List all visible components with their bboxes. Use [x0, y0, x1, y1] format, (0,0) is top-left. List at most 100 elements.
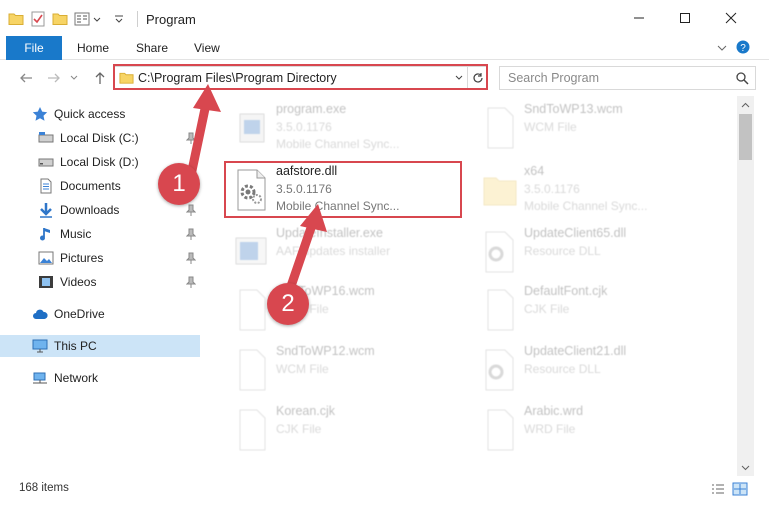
minimize-button[interactable]: [616, 0, 662, 36]
address-path: C:\Program Files\Program Directory: [138, 71, 337, 85]
nav-label: Music: [60, 227, 92, 241]
file-type: Mobile Channel Sync...: [276, 137, 400, 151]
file-name: program.exe: [276, 102, 347, 116]
tab-home[interactable]: Home: [77, 41, 109, 55]
file-item[interactable]: UpdateClient65.dll Resource DLL: [476, 224, 714, 280]
file-type: Mobile Channel Sync...: [276, 199, 400, 213]
file-item[interactable]: program.exe 3.5.0.1176 Mobile Channel Sy…: [228, 100, 466, 156]
up-button[interactable]: [90, 68, 110, 88]
refresh-button[interactable]: [467, 67, 487, 89]
back-button[interactable]: [16, 68, 36, 88]
file-item[interactable]: SndToWP13.wcm WCM File: [476, 100, 714, 156]
computer-icon: [32, 339, 48, 353]
pin-icon[interactable]: [186, 228, 196, 240]
file-type: Resource DLL: [524, 362, 601, 376]
pin-icon[interactable]: [186, 276, 196, 288]
properties-icon[interactable]: [30, 10, 46, 28]
refresh-icon: [472, 73, 483, 83]
cloud-icon: [33, 309, 48, 319]
help-icon[interactable]: ?: [736, 40, 750, 54]
file-item-aafstore-dll[interactable]: aafstore.dll 3.5.0.1176 Mobile Channel S…: [228, 162, 466, 218]
large-icons-view-icon[interactable]: [732, 482, 748, 496]
folder-icon: [483, 177, 517, 206]
recent-locations-button[interactable]: [68, 68, 80, 88]
nav-music[interactable]: Music: [0, 223, 200, 245]
nav-local-disk-c[interactable]: Local Disk (C:): [0, 127, 200, 149]
customize-toolbar-icon[interactable]: [112, 10, 126, 28]
pin-icon[interactable]: [186, 132, 196, 144]
file-name: Korean.cjk: [276, 404, 336, 418]
file-type: Resource DLL: [524, 244, 601, 258]
file-type: WRD File: [524, 422, 576, 436]
vertical-scrollbar[interactable]: [737, 96, 754, 476]
file-item[interactable]: SndToWP12.wcm WCM File: [228, 342, 466, 398]
folder-icon: [8, 13, 24, 25]
file-type: WCM File: [524, 120, 577, 134]
nav-label: Pictures: [60, 251, 104, 265]
scroll-thumb[interactable]: [739, 114, 752, 160]
expand-ribbon-icon[interactable]: [716, 42, 728, 54]
address-dropdown-button[interactable]: [451, 70, 467, 86]
file-type: AAF updates installer: [276, 244, 391, 258]
customize-view-icon[interactable]: [74, 10, 90, 28]
dll-gear-file-icon: [485, 231, 514, 273]
file-item[interactable]: Korean.cjk CJK File: [228, 402, 466, 458]
dll-gear-file-icon: [485, 349, 514, 391]
search-box[interactable]: Search Program: [499, 66, 756, 90]
chevron-down-icon: [70, 75, 78, 80]
nav-label: Local Disk (C:): [60, 131, 139, 145]
ribbon: File Home Share View ?: [0, 36, 769, 60]
new-folder-icon[interactable]: [52, 10, 68, 28]
installer-icon: [235, 237, 267, 265]
tab-file[interactable]: File: [6, 36, 62, 60]
nav-pictures[interactable]: Pictures: [0, 247, 200, 269]
network-icon: [33, 372, 47, 384]
item-count: 168 items: [19, 482, 69, 494]
file-version: 3.5.0.1176: [276, 120, 332, 134]
film-icon: [39, 276, 53, 288]
maximize-button[interactable]: [662, 0, 708, 36]
blank-file-icon: [487, 107, 514, 149]
nav-label: Local Disk (D:): [60, 155, 139, 169]
title-bar: Program: [0, 0, 769, 36]
tab-share[interactable]: Share: [136, 41, 168, 55]
chevron-down-icon[interactable]: [92, 10, 102, 28]
pin-icon[interactable]: [186, 252, 196, 264]
blank-file-icon: [487, 409, 514, 451]
address-toolbar: C:\Program Files\Program Directory Searc…: [0, 60, 769, 96]
dll-gear-file-icon: [237, 169, 266, 211]
star-icon: [32, 107, 48, 121]
file-item[interactable]: UpdateInstaller.exe AAF updates installe…: [228, 224, 466, 280]
chevron-up-icon: [741, 102, 750, 107]
nav-network[interactable]: Network: [0, 367, 200, 389]
address-field[interactable]: C:\Program Files\Program Directory: [113, 66, 487, 90]
details-view-icon[interactable]: [710, 482, 726, 496]
file-item[interactable]: Arabic.wrd WRD File: [476, 402, 714, 458]
scroll-down-button[interactable]: [737, 459, 754, 476]
forward-button[interactable]: [44, 68, 64, 88]
nav-quick-access[interactable]: Quick access: [0, 103, 200, 125]
scroll-up-button[interactable]: [737, 96, 754, 113]
blank-file-icon: [239, 349, 266, 391]
file-item[interactable]: SndToWP16.wcm WCM File: [228, 282, 466, 338]
file-item[interactable]: DefaultFont.cjk CJK File: [476, 282, 714, 338]
nav-videos[interactable]: Videos: [0, 271, 200, 293]
file-type: CJK File: [276, 422, 322, 436]
file-item[interactable]: x64 3.5.0.1176 Mobile Channel Sync...: [476, 162, 714, 218]
close-button[interactable]: [708, 0, 754, 36]
nav-label: This PC: [54, 339, 97, 353]
search-placeholder[interactable]: Search Program: [508, 71, 599, 85]
arrow-left-icon: [20, 73, 32, 83]
status-bar: 168 items: [0, 476, 769, 502]
maximize-icon: [680, 13, 690, 23]
file-item[interactable]: UpdateClient21.dll Resource DLL: [476, 342, 714, 398]
nav-label: OneDrive: [54, 307, 105, 321]
pin-icon[interactable]: [186, 204, 196, 216]
application-icon: [239, 113, 265, 143]
file-type: WCM File: [276, 362, 329, 376]
chevron-down-icon: [741, 465, 750, 470]
tab-view[interactable]: View: [194, 41, 220, 55]
nav-onedrive[interactable]: OneDrive: [0, 303, 200, 325]
nav-label: Videos: [60, 275, 97, 289]
nav-this-pc[interactable]: This PC: [0, 335, 200, 357]
